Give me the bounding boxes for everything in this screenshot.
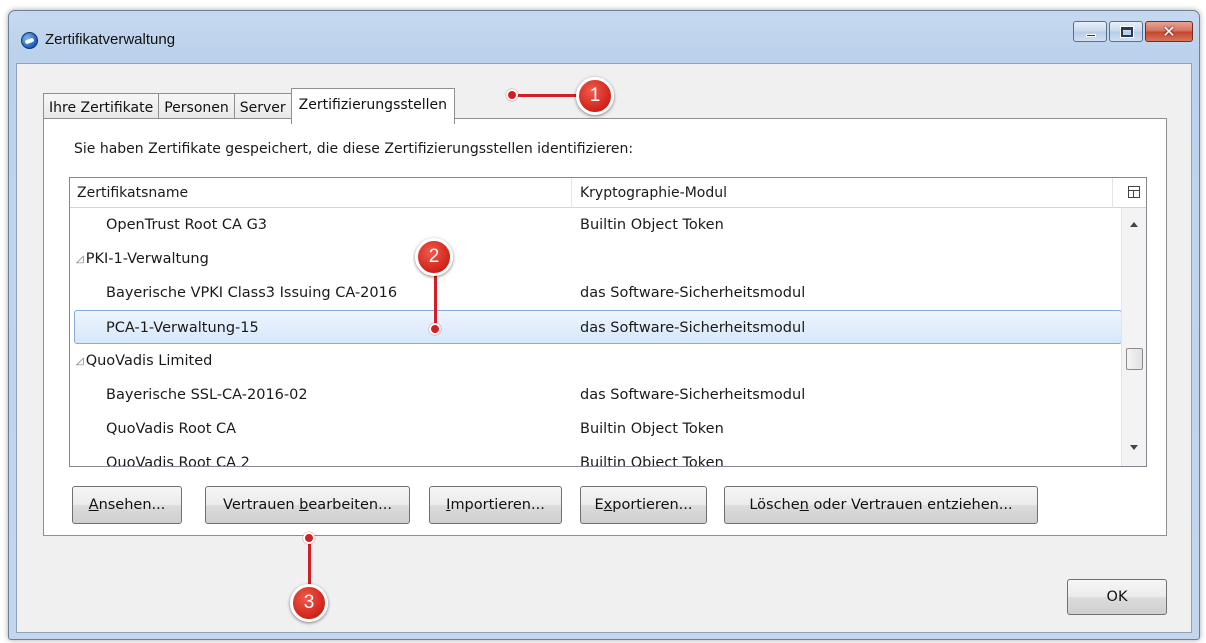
label-part: portieren... [612,497,693,513]
label-part: Lösche [749,497,800,513]
scrollbar-thumb[interactable] [1126,348,1143,370]
tree-header: Zertifikatsname Kryptographie-Modul [70,178,1146,208]
edit-trust-button[interactable]: Vertrauen bearbeiten... [205,486,410,524]
tree-row-selected[interactable]: PCA-1-Verwaltung-15 das Software-Sicherh… [74,310,1122,344]
group-label: ◿ PKI-1-Verwaltung [76,242,209,277]
tree-rows: OpenTrust Root CA G3 Builtin Object Toke… [70,208,1122,467]
minimize-button[interactable] [1073,21,1107,42]
annotation-2-dot [429,323,441,335]
app-icon [21,32,38,49]
minimize-icon [1086,34,1096,37]
close-icon: ✕ [1162,22,1176,41]
cert-name: QuoVadis Root CA 2 [106,455,250,467]
group-label: ◿ QuoVadis Limited [76,344,212,379]
tree-row[interactable]: QuoVadis Root CA 2 Builtin Object Token [70,446,1122,467]
label-part: E [594,497,604,513]
column-header-module[interactable]: Kryptographie-Modul [573,178,1113,208]
cert-module: Builtin Object Token [580,455,724,467]
certificate-tree[interactable]: Zertifikatsname Kryptographie-Modul Open… [69,177,1147,467]
dialog-client-area: Ihre Zertifikate Personen Server Zertifi… [16,63,1192,633]
caption-buttons: ✕ [1073,21,1193,42]
expand-twisty-icon[interactable]: ◿ [76,243,84,277]
import-button[interactable]: Importieren... [429,486,562,524]
cert-name: OpenTrust Root CA G3 [106,217,268,233]
vertical-scrollbar[interactable] [1121,208,1146,466]
view-button[interactable]: Ansehen... [72,486,182,524]
cert-name: Bayerische SSL-CA-2016-02 [106,387,308,403]
delete-or-distrust-button[interactable]: Löschen oder Vertrauen entziehen... [724,486,1038,524]
annotation-3-line [308,538,311,588]
expand-twisty-icon[interactable]: ◿ [76,345,84,379]
maximize-button[interactable] [1109,21,1143,42]
cert-module: Builtin Object Token [580,217,724,233]
tree-group-row[interactable]: ◿ QuoVadis Limited [70,344,1122,378]
cert-name: PCA-1-Verwaltung-15 [106,320,259,336]
tree-row[interactable]: OpenTrust Root CA G3 Builtin Object Toke… [70,208,1122,242]
title-bar[interactable]: Zertifikatverwaltung ✕ [9,11,1199,63]
intro-text: Sie haben Zertifikate gespeichert, die d… [74,141,634,157]
annotation-2-line [434,270,437,330]
ok-button[interactable]: OK [1067,579,1167,615]
access-key: n [799,497,809,513]
close-button[interactable]: ✕ [1145,21,1193,42]
access-key: x [603,497,613,513]
annotation-1-dot [506,89,518,101]
cert-name: Bayerische VPKI Class3 Issuing CA-2016 [106,285,398,301]
annotation-3-badge: 3 [290,584,328,622]
label-part: nsehen... [98,497,166,513]
export-button[interactable]: Exportieren... [580,486,707,524]
cert-module: Builtin Object Token [580,421,724,437]
cert-module: das Software-Sicherheitsmodul [580,320,806,336]
tab-panel: Sie haben Zertifikate gespeichert, die d… [43,118,1167,536]
tree-row[interactable]: QuoVadis Root CA Builtin Object Token [70,412,1122,446]
tree-row[interactable]: Bayerische VPKI Class3 Issuing CA-2016 d… [70,276,1122,310]
access-key: A [88,497,99,513]
annotation-3-dot [303,532,315,544]
cert-module: das Software-Sicherheitsmodul [580,285,806,301]
column-header-name[interactable]: Zertifikatsname [77,178,572,208]
tree-row[interactable]: Bayerische SSL-CA-2016-02 das Software-S… [70,378,1122,412]
label-part: mportieren... [450,497,545,513]
annotation-2-badge: 2 [415,238,453,276]
label-part: oder Vertrauen entziehen... [808,497,1013,513]
scroll-up-icon[interactable] [1130,222,1138,227]
cert-name: QuoVadis Root CA [106,421,237,437]
column-picker-icon[interactable] [1128,186,1140,198]
cert-module: das Software-Sicherheitsmodul [580,387,806,403]
scroll-down-icon[interactable] [1130,445,1138,450]
tab-zertifizierungsstellen[interactable]: Zertifizierungsstellen [290,88,456,124]
annotation-1-line [512,94,582,97]
window-title: Zertifikatverwaltung [45,31,176,48]
group-name: PKI-1-Verwaltung [85,251,209,267]
label-part: Vertrauen [223,497,300,513]
annotation-1-badge: 1 [576,77,614,115]
group-name: QuoVadis Limited [85,353,213,369]
access-key: b [299,497,309,513]
maximize-icon [1121,27,1133,37]
tree-group-row[interactable]: ◿ PKI-1-Verwaltung [70,242,1122,276]
label-part: earbeiten... [308,497,392,513]
